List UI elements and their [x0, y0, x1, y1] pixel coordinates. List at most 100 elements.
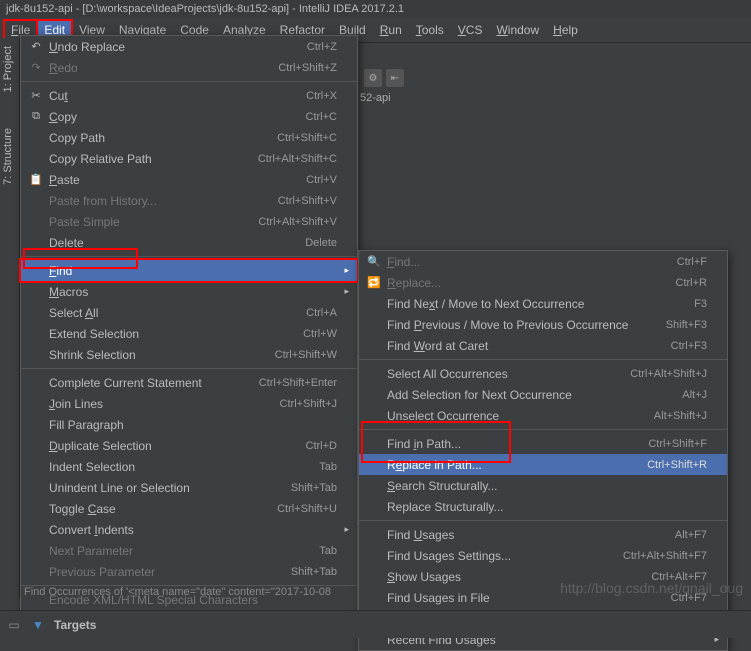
menu-label: Indent Selection — [45, 460, 309, 474]
edit-item-shrink-selection[interactable]: Shrink SelectionCtrl+Shift+W — [21, 344, 357, 365]
edit-item-find[interactable]: Find ▸ — [21, 260, 357, 281]
edit-item-convert-indents[interactable]: Convert Indents▸ — [21, 519, 357, 540]
shortcut: Shift+Tab — [281, 482, 337, 494]
menu-label: Unindent Line or Selection — [45, 481, 281, 495]
find-item-search-structurally[interactable]: Search Structurally... — [359, 475, 727, 496]
edit-item-paste[interactable]: 📋PasteCtrl+V — [21, 169, 357, 190]
menu-label: Paste — [45, 173, 296, 187]
title-bar: jdk-8u152-api - [D:\workspace\IdeaProjec… — [0, 0, 751, 18]
menu-label: Paste from History... — [45, 194, 268, 208]
find-item-replace: 🔁Replace...Ctrl+R — [359, 272, 727, 293]
find-item-find-word-at-caret[interactable]: Find Word at CaretCtrl+F3 — [359, 335, 727, 356]
shortcut: Ctrl+X — [296, 90, 337, 102]
edit-item-paste-from-history: Paste from History...Ctrl+Shift+V — [21, 190, 357, 211]
edit-item-redo: ↷RedoCtrl+Shift+Z — [21, 57, 357, 78]
edit-item-copy-relative-path[interactable]: Copy Relative PathCtrl+Alt+Shift+C — [21, 148, 357, 169]
shortcut: Ctrl+F — [667, 256, 707, 268]
edit-item-toggle-case[interactable]: Toggle CaseCtrl+Shift+U — [21, 498, 357, 519]
shortcut: Delete — [295, 237, 337, 249]
find-item-replace-in-path[interactable]: Replace in Path...Ctrl+Shift+R — [359, 454, 727, 475]
shortcut: Ctrl+Shift+C — [267, 132, 337, 144]
submenu-arrow-icon: ▸ — [337, 286, 349, 297]
icon-1: 🔁 — [365, 276, 383, 289]
edit-item-duplicate-selection[interactable]: Duplicate SelectionCtrl+D — [21, 435, 357, 456]
icon-7: 📋 — [27, 173, 45, 186]
menu-label: Replace in Path... — [383, 458, 637, 472]
menu-tools[interactable]: Tools — [409, 20, 451, 40]
collapse-icon[interactable]: ⇤ — [386, 69, 404, 87]
menu-label: Replace... — [383, 276, 666, 290]
edit-item-indent-selection[interactable]: Indent SelectionTab — [21, 456, 357, 477]
menu-label: Copy Path — [45, 131, 267, 145]
find-item-unselect-occurrence[interactable]: Unselect OccurrenceAlt+Shift+J — [359, 405, 727, 426]
find-item-find-previous-move-to-previous-occurrence[interactable]: Find Previous / Move to Previous Occurre… — [359, 314, 727, 335]
filter-icon[interactable]: ▼ — [30, 617, 46, 633]
shortcut: Ctrl+Z — [297, 41, 337, 53]
edit-item-select-all[interactable]: Select AllCtrl+A — [21, 302, 357, 323]
structure-tab[interactable]: 7: Structure — [0, 120, 16, 193]
find-item-find-in-path[interactable]: Find in Path...Ctrl+Shift+F — [359, 433, 727, 454]
icon-0: ↶ — [27, 40, 45, 53]
shortcut: Tab — [309, 461, 337, 473]
edit-item-delete[interactable]: DeleteDelete — [21, 232, 357, 253]
edit-item-undo-replace[interactable]: ↶Undo ReplaceCtrl+Z — [21, 36, 357, 57]
menu-label: Select All Occurrences — [383, 367, 620, 381]
find-item-replace-structurally[interactable]: Replace Structurally... — [359, 496, 727, 517]
menu-label: Find in Path... — [383, 437, 638, 451]
gear-icon[interactable]: ⚙ — [364, 69, 382, 87]
menu-label: Redo — [45, 61, 268, 75]
menu-vcs[interactable]: VCS — [451, 20, 490, 40]
menu-label: Search Structurally... — [383, 479, 697, 493]
edit-item-cut[interactable]: ✂CutCtrl+X — [21, 85, 357, 106]
find-item-find-next-move-to-next-occurrence[interactable]: Find Next / Move to Next OccurrenceF3 — [359, 293, 727, 314]
edit-item-join-lines[interactable]: Join LinesCtrl+Shift+J — [21, 393, 357, 414]
shortcut: Ctrl+F3 — [661, 340, 707, 352]
menu-label: Show Usages — [383, 570, 641, 584]
menu-label: Delete — [45, 236, 295, 250]
edit-item-extend-selection[interactable]: Extend SelectionCtrl+W — [21, 323, 357, 344]
menu-label: Copy — [45, 110, 296, 124]
menu-label: Find Previous / Move to Previous Occurre… — [383, 318, 656, 332]
icon-1: ↷ — [27, 61, 45, 74]
shortcut: Ctrl+Alt+Shift+C — [248, 153, 337, 165]
icon-3: ✂ — [27, 89, 45, 102]
edit-item-complete-current-statement[interactable]: Complete Current StatementCtrl+Shift+Ent… — [21, 372, 357, 393]
menu-label: Find Usages — [383, 528, 665, 542]
edit-item-copy[interactable]: ⧉CopyCtrl+C — [21, 106, 357, 127]
separator — [359, 520, 727, 521]
menu-run[interactable]: Run — [373, 20, 409, 40]
edit-item-fill-paragraph[interactable]: Fill Paragraph — [21, 414, 357, 435]
window-icon[interactable]: ▭ — [6, 617, 22, 633]
menu-label: Extend Selection — [45, 327, 293, 341]
edit-item-previous-parameter: Previous ParameterShift+Tab — [21, 561, 357, 582]
menu-label: Paste Simple — [45, 215, 248, 229]
find-item-find-usages-settings[interactable]: Find Usages Settings...Ctrl+Alt+Shift+F7 — [359, 545, 727, 566]
shortcut: Ctrl+Alt+Shift+V — [248, 216, 337, 228]
menu-window[interactable]: Window — [489, 20, 546, 40]
menu-label: Undo Replace — [45, 40, 297, 54]
menu-label: Next Parameter — [45, 544, 309, 558]
find-item-add-selection-for-next-occurrence[interactable]: Add Selection for Next OccurrenceAlt+J — [359, 384, 727, 405]
project-tab[interactable]: 1: Project — [0, 38, 16, 100]
targets-label: Targets — [54, 618, 96, 632]
menu-label: Duplicate Selection — [45, 439, 296, 453]
menu-label: Select All — [45, 306, 296, 320]
shortcut: Ctrl+Shift+R — [637, 459, 707, 471]
edit-item-unindent-line-or-selection[interactable]: Unindent Line or SelectionShift+Tab — [21, 477, 357, 498]
edit-item-next-parameter: Next ParameterTab — [21, 540, 357, 561]
shortcut: Ctrl+Shift+U — [267, 503, 337, 515]
shortcut: Ctrl+D — [296, 440, 337, 452]
shortcut: Ctrl+Shift+W — [265, 349, 337, 361]
edit-item-macros[interactable]: Macros▸ — [21, 281, 357, 302]
shortcut: Alt+J — [672, 389, 707, 401]
find-item-select-all-occurrences[interactable]: Select All OccurrencesCtrl+Alt+Shift+J — [359, 363, 727, 384]
menu-label: Find — [45, 264, 327, 278]
toolbar: ⚙ ⇤ — [360, 64, 751, 92]
separator — [359, 359, 727, 360]
shortcut: Tab — [309, 545, 337, 557]
find-item-find-usages[interactable]: Find UsagesAlt+F7 — [359, 524, 727, 545]
submenu-arrow-icon: ▸ — [337, 265, 349, 276]
menu-help[interactable]: Help — [546, 20, 585, 40]
edit-item-copy-path[interactable]: Copy PathCtrl+Shift+C — [21, 127, 357, 148]
shortcut: Shift+Tab — [281, 566, 337, 578]
